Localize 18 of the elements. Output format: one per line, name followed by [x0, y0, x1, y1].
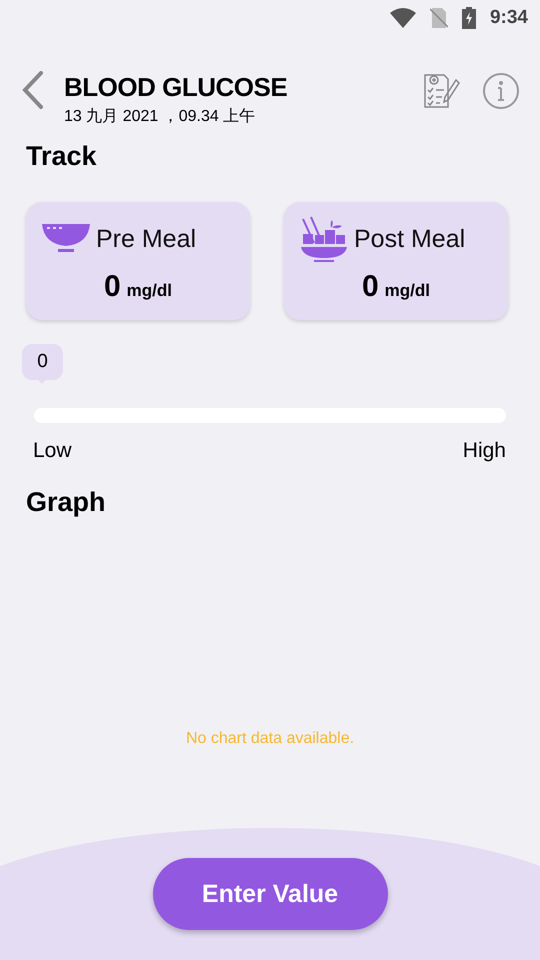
empty-chart-message: No chart data available.: [186, 730, 354, 748]
status-time: 9:34: [490, 7, 528, 29]
meal-card[interactable]: Post Meal 0 mg/dl: [284, 202, 508, 320]
info-icon[interactable]: [482, 72, 520, 110]
enter-value-button[interactable]: Enter Value: [152, 858, 388, 930]
high-label: High: [462, 439, 506, 463]
page-title: BLOOD GLUCOSE: [64, 71, 288, 104]
section-heading: Track: [25, 141, 98, 172]
medical-report-icon[interactable]: [422, 72, 460, 110]
wifi-icon: [390, 8, 416, 28]
battery-icon: [462, 7, 476, 29]
no-sim-icon: [430, 8, 448, 28]
meal-bowl-icon: [300, 216, 348, 262]
date-time-text: 13 九月 2021 ，09.34 上午: [64, 106, 256, 127]
bowl-icon: [42, 224, 90, 254]
section-heading: Graph: [25, 487, 107, 518]
low-label: Low: [33, 439, 72, 463]
meal-card[interactable]: Pre Meal 0 mg/dl: [26, 202, 250, 320]
